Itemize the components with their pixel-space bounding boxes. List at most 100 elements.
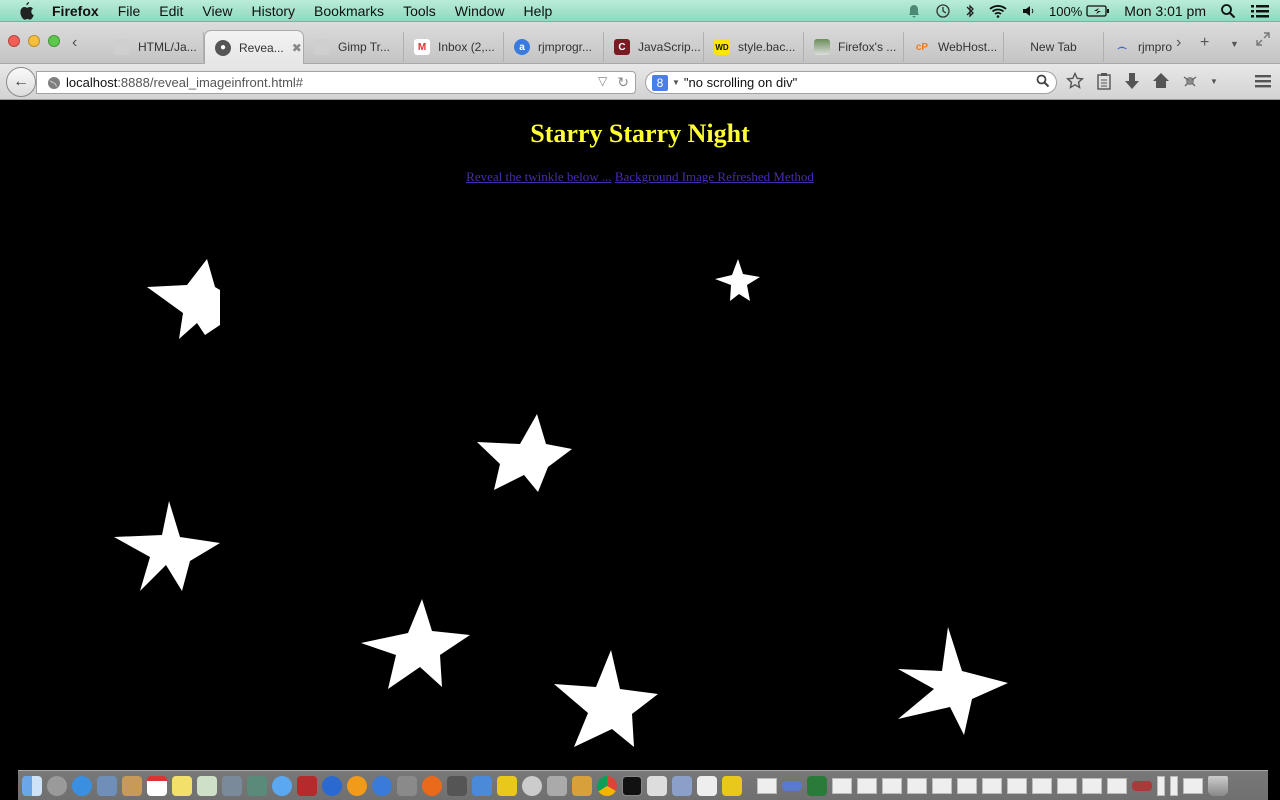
battery-icon[interactable] <box>1086 5 1110 17</box>
dock-terminal-icon[interactable] <box>622 775 642 796</box>
tab-gimp-tr[interactable]: Gimp Tr... <box>304 32 404 62</box>
back-button[interactable]: ← <box>6 67 36 97</box>
dock-appstore-icon[interactable] <box>372 775 392 796</box>
url-history-dropdown-icon[interactable]: ▽ <box>598 74 607 91</box>
dock-document-icon[interactable] <box>932 777 952 794</box>
search-bar[interactable]: 8 ▼ "no scrolling on div" <box>645 71 1057 94</box>
dock-document-icon[interactable] <box>857 777 877 794</box>
addon-dropdown-icon[interactable]: ▼ <box>1210 77 1218 86</box>
tab-style-bac[interactable]: WD style.bac... <box>704 32 804 62</box>
dock-image-capture-icon[interactable] <box>547 775 567 796</box>
dock-disk-utility-icon[interactable] <box>522 775 542 796</box>
window-minimize-button[interactable] <box>28 35 40 47</box>
dock-document-icon[interactable] <box>1183 777 1203 794</box>
tab-rjmpro[interactable]: ෴ rjmpro <box>1104 32 1176 62</box>
menu-help[interactable]: Help <box>524 3 553 19</box>
menu-history[interactable]: History <box>251 3 295 19</box>
dock-document-icon[interactable] <box>1157 775 1165 796</box>
tab-reveal-active[interactable]: ● Revea... ✖ <box>204 30 304 64</box>
apple-menu-icon[interactable] <box>18 1 36 20</box>
menu-firefox[interactable]: Firefox <box>52 3 99 19</box>
dock-preview2-icon[interactable] <box>672 775 692 796</box>
dock-filezilla-icon[interactable] <box>497 775 517 796</box>
dock-filezilla2-icon[interactable] <box>722 775 742 796</box>
fullscreen-icon[interactable] <box>1256 32 1270 51</box>
dock-document-icon[interactable] <box>1082 777 1102 794</box>
dock-document-icon[interactable] <box>832 777 852 794</box>
dock-photobooth-icon[interactable] <box>297 775 317 796</box>
tab-inbox[interactable]: M Inbox (2,... <box>404 32 504 62</box>
dock-facetime-icon[interactable] <box>222 775 242 796</box>
tab-firefoxs[interactable]: Firefox's ... <box>804 32 904 62</box>
window-zoom-button[interactable] <box>48 35 60 47</box>
menu-tools[interactable]: Tools <box>403 3 436 19</box>
menubar-clock[interactable]: Mon 3:01 pm <box>1124 3 1206 19</box>
tab-javascrip[interactable]: C JavaScrip... <box>604 32 704 62</box>
dock-paint-icon[interactable] <box>572 775 592 796</box>
tab-webhost[interactable]: cP WebHost... <box>904 32 1004 62</box>
site-identity-globe-icon[interactable] <box>47 76 61 90</box>
time-machine-icon[interactable] <box>935 3 951 19</box>
dock-contacts-icon[interactable] <box>122 775 142 796</box>
dock-safari-icon[interactable] <box>72 775 92 796</box>
reload-icon[interactable]: ↻ <box>617 74 629 91</box>
dock-maps-icon[interactable] <box>197 775 217 796</box>
dock-firefox-icon[interactable] <box>422 775 442 796</box>
reveal-twinkle-link[interactable]: Reveal the twinkle below ... <box>466 169 612 184</box>
dock-window-thumb-icon[interactable] <box>782 780 802 791</box>
background-image-refreshed-link[interactable]: Background Image Refreshed Method <box>615 169 814 184</box>
menu-file[interactable]: File <box>118 3 141 19</box>
open-menu-hamburger-icon[interactable] <box>1254 73 1272 94</box>
tabs-scroll-right-icon[interactable]: › <box>1176 34 1181 52</box>
dock-launchpad-icon[interactable] <box>47 775 67 796</box>
bluetooth-icon[interactable] <box>965 3 975 19</box>
dock-system-preferences-icon[interactable] <box>397 775 417 796</box>
tab-close-icon[interactable]: ✖ <box>292 41 302 55</box>
dock-preview-icon[interactable] <box>97 775 117 796</box>
dock-trash-icon[interactable] <box>1208 775 1228 796</box>
dock-itunes-icon[interactable] <box>322 775 342 796</box>
downloads-icon[interactable] <box>1124 72 1140 90</box>
dock-document-icon[interactable] <box>1107 777 1127 794</box>
dock-libreoffice-icon[interactable] <box>697 775 717 796</box>
url-bar[interactable]: localhost:8888/reveal_imageinfront.html#… <box>36 71 636 94</box>
dock-textedit-icon[interactable] <box>647 775 667 796</box>
menu-edit[interactable]: Edit <box>159 3 183 19</box>
bookmarks-menu-icon[interactable] <box>1096 72 1112 90</box>
spotlight-search-icon[interactable] <box>1220 3 1236 19</box>
search-engine-dropdown-icon[interactable]: ▼ <box>672 78 680 87</box>
tabs-scroll-left-icon[interactable]: ‹ <box>72 34 77 52</box>
new-tab-plus-icon[interactable]: + <box>1200 34 1209 52</box>
menu-bookmarks[interactable]: Bookmarks <box>314 3 384 19</box>
dock-window-thumb-icon[interactable] <box>1132 780 1152 791</box>
volume-icon[interactable] <box>1021 4 1035 18</box>
home-icon[interactable] <box>1152 72 1170 90</box>
dock-photo-icon[interactable] <box>247 775 267 796</box>
tab-html-ja[interactable]: HTML/Ja... <box>104 32 204 62</box>
window-close-button[interactable] <box>8 35 20 47</box>
dock-document-icon[interactable] <box>1170 775 1178 796</box>
addon-icon[interactable] <box>1182 73 1198 89</box>
dock-chrome-icon[interactable] <box>597 775 617 796</box>
dock-gimp-icon[interactable] <box>447 775 467 796</box>
bookmark-star-icon[interactable] <box>1066 72 1084 90</box>
dock-document-icon[interactable] <box>1057 777 1077 794</box>
search-input[interactable]: "no scrolling on div" <box>684 75 797 90</box>
menu-window[interactable]: Window <box>455 3 505 19</box>
tab-new-tab[interactable]: New Tab <box>1004 32 1104 62</box>
dock-document-icon[interactable] <box>982 777 1002 794</box>
tab-rjmprogr[interactable]: a rjmprogr... <box>504 32 604 62</box>
dock-window-thumb-icon[interactable] <box>807 775 827 796</box>
dock-calendar-icon[interactable] <box>147 775 167 796</box>
dock-document-icon[interactable] <box>882 777 902 794</box>
dock-document-icon[interactable] <box>957 777 977 794</box>
notification-center-icon[interactable] <box>1250 3 1270 19</box>
dock-ibooks-icon[interactable] <box>347 775 367 796</box>
menu-view[interactable]: View <box>202 3 232 19</box>
dock-document-icon[interactable] <box>1007 777 1027 794</box>
google-engine-icon[interactable]: 8 <box>652 74 668 91</box>
dock-document-icon[interactable] <box>1032 777 1052 794</box>
search-magnifier-icon[interactable] <box>1036 74 1050 91</box>
wifi-icon[interactable] <box>989 4 1007 18</box>
dock-notes-icon[interactable] <box>172 775 192 796</box>
